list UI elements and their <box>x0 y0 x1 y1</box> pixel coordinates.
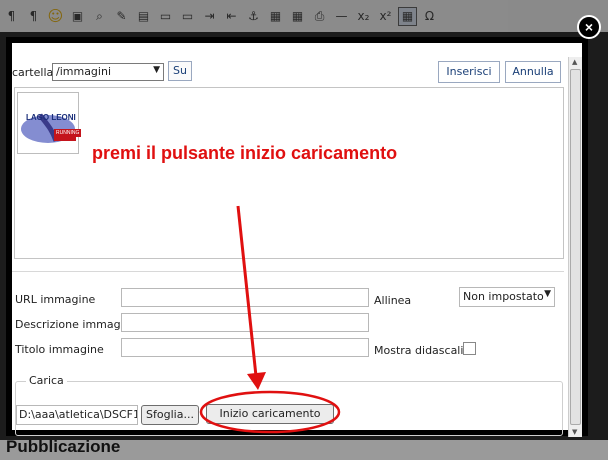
list2-icon[interactable]: ▦ <box>288 7 307 26</box>
edit-icon[interactable]: ✎ <box>112 7 131 26</box>
chevron-down-icon: ▼ <box>153 65 160 75</box>
layer-icon[interactable]: ▭ <box>156 7 175 26</box>
print-icon[interactable]: ⎙ <box>310 7 329 26</box>
folder-select[interactable]: /immagini ▼ <box>52 63 164 81</box>
pilcrow-icon[interactable]: ¶ <box>24 7 43 26</box>
layer2-icon[interactable]: ▭ <box>178 7 197 26</box>
url-input[interactable] <box>121 288 369 307</box>
annotation-text: premi il pulsante inizio caricamento <box>92 143 398 163</box>
logo-image <box>21 113 76 143</box>
chevron-down-icon: ▼ <box>544 289 551 299</box>
title-input[interactable] <box>121 338 369 357</box>
paragraph-icon[interactable]: ¶ <box>2 7 21 26</box>
list-icon[interactable]: ▦ <box>266 7 285 26</box>
start-upload-button[interactable]: Inizio caricamento <box>206 404 334 424</box>
close-button[interactable]: × <box>577 15 601 39</box>
align-select[interactable]: Non impostato ▼ <box>459 287 555 307</box>
outdent-icon[interactable]: ⇤ <box>222 7 241 26</box>
logo-text: LAGO LEONI <box>26 113 76 122</box>
cancel-button[interactable]: Annulla <box>505 61 561 83</box>
align-label: Allinea <box>374 294 412 307</box>
smiley-icon[interactable]: ☺ <box>46 7 65 26</box>
description-label: Descrizione immagine <box>15 318 138 331</box>
media-icon[interactable]: ▤ <box>134 7 153 26</box>
zoom-icon[interactable]: ⌕ <box>90 7 109 26</box>
align-select-value: Non impostato <box>463 290 544 303</box>
image-manager-dialog: cartella /immagini ▼ Su Inserisci Annull… <box>6 37 588 437</box>
scroll-up-icon[interactable]: ▲ <box>572 58 577 66</box>
description-input[interactable] <box>121 313 369 332</box>
folder-row: cartella /immagini ▼ Su Inserisci Annull… <box>12 61 562 83</box>
background-heading: Pubblicazione <box>6 437 121 456</box>
logo-badge: RUNNING <box>54 129 82 137</box>
hr-icon[interactable]: — <box>332 7 351 26</box>
url-label: URL immagine <box>15 293 96 306</box>
file-path-input[interactable]: D:\aaa\atletica\DSCF160 <box>16 405 138 425</box>
upload-legend: Carica <box>26 374 67 387</box>
indent-icon[interactable]: ⇥ <box>200 7 219 26</box>
image-thumbnail[interactable]: LAGO LEONI RUNNING <box>17 92 82 154</box>
caption-label: Mostra didascalia <box>374 344 471 357</box>
upload-fieldset: Carica D:\aaa\atletica\DSCF160 Sfoglia..… <box>15 374 563 436</box>
image-icon[interactable]: ▣ <box>68 7 87 26</box>
table-icon[interactable]: ▦ <box>398 6 417 26</box>
scroll-down-icon[interactable]: ▼ <box>572 428 577 436</box>
scroll-thumb[interactable] <box>570 69 581 425</box>
anchor-icon[interactable]: ⚓ <box>244 7 263 26</box>
subscript-icon[interactable]: x₂ <box>354 7 373 26</box>
editor-toolbar: ¶ ¶ ☺ ▣ ⌕ ✎ ▤ ▭ ▭ ⇥ ⇤ ⚓ ▦ ▦ ⎙ — x₂ x² ▦ … <box>0 0 608 32</box>
folder-select-value: /immagini <box>56 65 111 78</box>
browse-button[interactable]: Sfoglia... <box>141 405 199 425</box>
omega-icon[interactable]: Ω <box>420 7 439 26</box>
image-properties: URL immagine Descrizione immagine Titolo… <box>12 271 564 371</box>
image-gallery: LAGO LEONI RUNNING <box>14 87 564 259</box>
title-label: Titolo immagine <box>15 343 104 356</box>
vertical-scrollbar[interactable]: ▲ ▼ <box>568 57 582 437</box>
folder-label: cartella <box>12 66 54 79</box>
caption-checkbox[interactable] <box>463 342 476 355</box>
up-folder-button[interactable]: Su <box>168 61 192 81</box>
insert-button[interactable]: Inserisci <box>438 61 500 83</box>
superscript-icon[interactable]: x² <box>376 7 395 26</box>
